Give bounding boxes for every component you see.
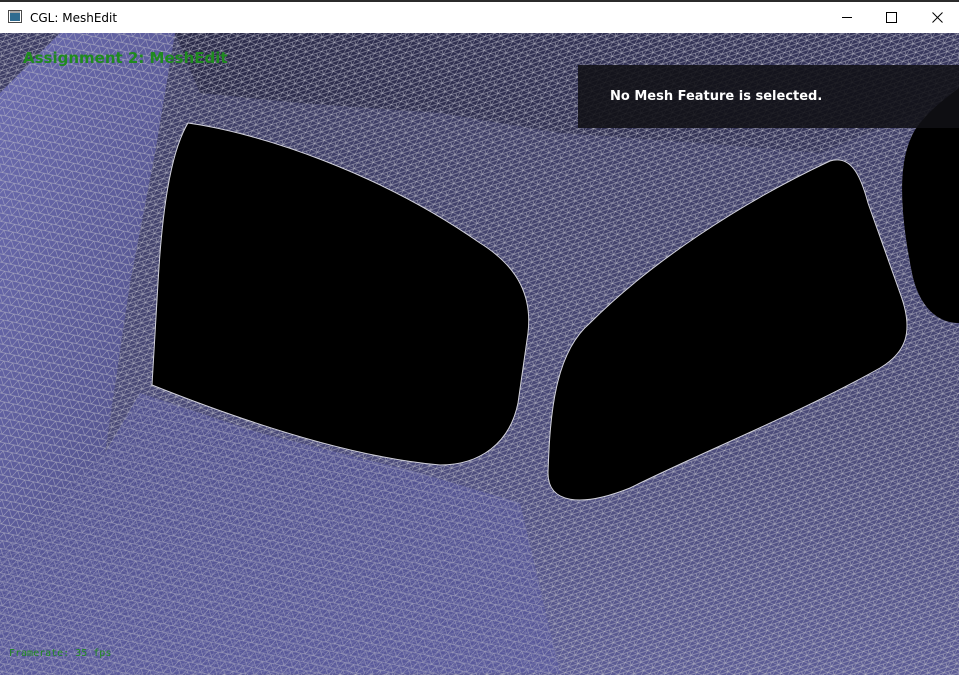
assignment-title: Assignment 2: MeshEdit <box>23 49 228 67</box>
close-icon <box>931 12 943 23</box>
close-button[interactable] <box>914 2 959 33</box>
window-app-icon <box>8 10 22 23</box>
minimize-icon <box>841 17 852 18</box>
app-window: CGL: MeshEdit Assignment 2: MeshEdit No … <box>0 0 959 675</box>
maximize-icon <box>885 12 897 23</box>
maximize-button[interactable] <box>868 2 914 33</box>
selection-info-panel: No Mesh Feature is selected. <box>578 65 959 128</box>
selection-info-text: No Mesh Feature is selected. <box>610 89 823 104</box>
title-bar[interactable]: CGL: MeshEdit <box>0 0 959 33</box>
mesh-render[interactable] <box>0 33 959 675</box>
minimize-button[interactable] <box>824 2 870 33</box>
framerate-label: Framerate: 35 fps <box>9 648 112 659</box>
mesh-viewport[interactable]: Assignment 2: MeshEdit No Mesh Feature i… <box>0 33 959 675</box>
window-title: CGL: MeshEdit <box>30 11 118 25</box>
